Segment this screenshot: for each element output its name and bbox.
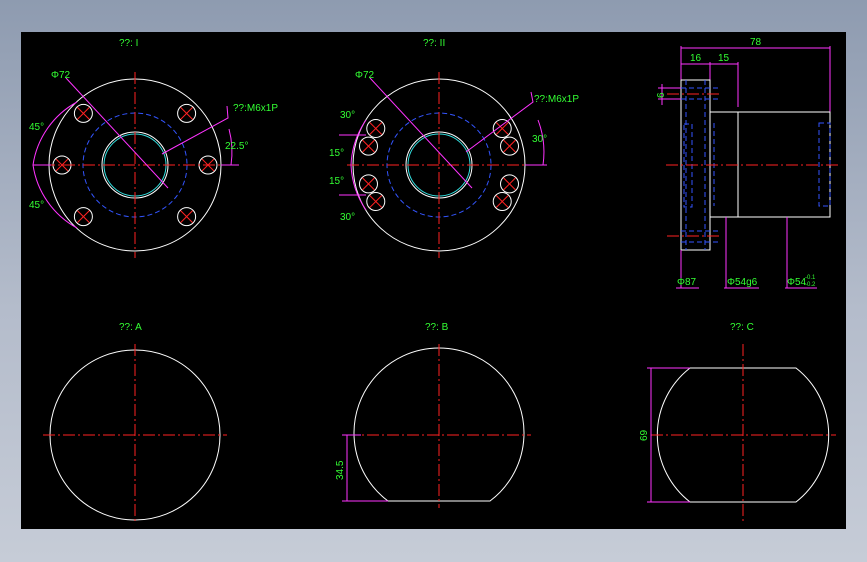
- view-ii-angle-a: 30°: [340, 110, 355, 121]
- view-c: ??: C 69: [639, 322, 836, 522]
- view-ii-angle-d: 30°: [340, 212, 355, 223]
- view-ii-title: ??: II: [423, 38, 445, 49]
- view-c-dim-width: 69: [639, 429, 650, 441]
- view-ii-angle-right: 30°: [532, 134, 547, 145]
- view-ii-angle-c: 15°: [329, 176, 344, 187]
- view-i-diameter: Φ72: [51, 70, 71, 81]
- view-i-angle-right: 22.5°: [225, 141, 248, 152]
- view-a: ??: A: [43, 322, 227, 524]
- side-dia-body: Φ54g6: [727, 277, 758, 288]
- diameter-leader: [65, 77, 169, 189]
- view-i-thread: ??:M6x1P: [233, 103, 278, 114]
- side-dim-total: 78: [750, 37, 762, 48]
- view-c-title: ??: C: [730, 322, 754, 333]
- view-ii: ??: II Φ72 ??:M6x1P 30° 15° 15° 30° 30°: [329, 38, 579, 258]
- side-dia-bore-tol-lower: -0.2: [805, 282, 816, 288]
- thread-leader: [465, 91, 534, 153]
- view-i: ??: I Φ72 ??:M6x1P 45° 45° 22.5°: [29, 38, 278, 258]
- view-b-dim-height: 34.5: [335, 460, 346, 480]
- view-ii-angle-b: 15°: [329, 148, 344, 159]
- view-i-angle-upper: 45°: [29, 122, 44, 133]
- view-ii-thread: ??:M6x1P: [534, 94, 579, 105]
- side-dia-bore-tol-upper: -0.1: [805, 275, 816, 281]
- view-b: ??: B 34.5: [335, 322, 531, 508]
- side-dia-bore: Φ54: [787, 277, 807, 288]
- view-i-title: ??: I: [119, 38, 138, 49]
- view-ii-diameter: Φ72: [355, 70, 375, 81]
- view-i-angle-lower: 45°: [29, 200, 44, 211]
- drawing-canvas: ??: I Φ72 ??:M6x1P 45° 45° 22.5° ??: II …: [29, 37, 841, 524]
- side-dim-step: 15: [718, 53, 730, 64]
- side-dia-flange: Φ87: [677, 277, 697, 288]
- view-b-title: ??: B: [425, 322, 449, 333]
- diameter-leader: [369, 77, 473, 189]
- side-view: 78 16 15 6 Φ87 Φ54g6 Φ54 -0.1 -0.2: [656, 37, 841, 289]
- thread-leader: [161, 105, 229, 155]
- side-dim-flange: 16: [690, 53, 702, 64]
- view-a-title: ??: A: [119, 322, 142, 333]
- cad-drawing-viewport[interactable]: ??: I Φ72 ??:M6x1P 45° 45° 22.5° ??: II …: [21, 32, 846, 529]
- side-dim-hole: 6: [656, 92, 667, 98]
